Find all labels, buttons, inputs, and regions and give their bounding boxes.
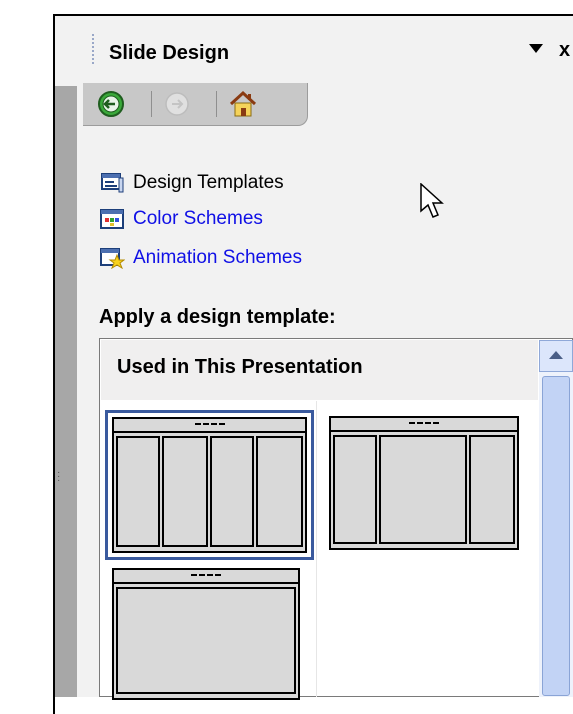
template-column [469,435,515,544]
apply-template-heading: Apply a design template: [99,306,336,328]
animation-schemes-link[interactable]: Animation Schemes [99,245,302,271]
color-schemes-icon [99,208,125,230]
color-schemes-link[interactable]: Color Schemes [99,206,263,232]
gallery-group-header: Used in This Presentation [101,340,538,400]
close-pane-icon[interactable]: x [559,39,570,62]
template-thumbnail-three-column[interactable] [329,416,519,550]
template-preview [329,416,519,550]
template-column [116,436,160,547]
template-column [210,436,254,547]
template-title-bar [331,418,517,432]
task-pane: Slide Design x Design Templates Color Sc… [77,16,573,700]
splitter-top [55,16,77,86]
template-preview [112,568,300,700]
nav-separator [151,91,152,117]
template-column [379,435,467,544]
nav-separator [216,91,217,117]
design-templates-icon [99,172,125,194]
template-thumbnail-four-column[interactable] [105,410,314,560]
design-templates-link[interactable]: Design Templates [99,170,284,196]
back-arrow-icon[interactable] [97,90,125,118]
animation-schemes-label[interactable]: Animation Schemes [133,247,302,269]
template-column [162,436,208,547]
template-gallery: Used in This Presentation [99,338,573,700]
mouse-cursor-icon [420,182,446,223]
scroll-up-icon[interactable] [539,340,573,372]
template-title-bar [114,419,305,433]
pane-menu-dropdown-icon[interactable] [529,44,543,53]
splitter-bar[interactable]: · · · [55,16,77,697]
home-icon[interactable] [228,90,257,118]
splitter-grip-icon[interactable]: · · · [57,468,63,486]
gallery-scrollbar[interactable] [539,340,573,697]
template-column [333,435,377,544]
color-schemes-label[interactable]: Color Schemes [133,208,263,230]
pane-title: Slide Design [109,42,230,64]
template-title-bar [114,570,298,584]
design-templates-label[interactable]: Design Templates [133,172,284,194]
group-label: Used in This Presentation [117,356,363,378]
template-preview [112,417,307,553]
screenshot-frame: · · · Slide Design x Design Templates Co… [0,0,573,714]
template-column [116,587,296,694]
scroll-thumb[interactable] [542,376,570,696]
animation-schemes-icon [99,247,126,270]
pane-navigation-bar [83,83,308,126]
pane-drag-grip-icon[interactable] [92,34,97,64]
template-column [256,436,303,547]
gallery-column-divider [316,401,317,697]
template-thumbnail-single[interactable] [112,568,300,700]
forward-arrow-icon [163,90,191,118]
